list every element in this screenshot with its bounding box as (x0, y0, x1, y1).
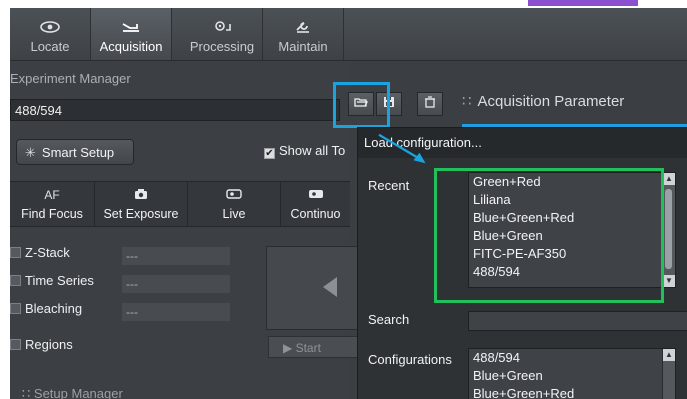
live-button[interactable]: Live (188, 182, 281, 226)
drag-handle-icon: ∷ (462, 93, 472, 110)
gears-icon (208, 18, 236, 36)
scrollbar-thumb[interactable] (665, 189, 672, 269)
scroll-up-icon[interactable]: ▲ (663, 349, 675, 361)
recent-label: Recent (368, 178, 410, 193)
drag-handle-icon: ∷ (22, 386, 31, 399)
preview-pane (266, 246, 358, 330)
checkbox-icon[interactable] (10, 303, 21, 314)
camera-icon (95, 188, 187, 204)
checkbox-icon[interactable] (10, 247, 21, 258)
list-item[interactable]: 488/594 (469, 349, 675, 367)
smart-setup-label: Smart Setup (41, 145, 115, 160)
acquisition-parameter-header[interactable]: ∷ Acquisition Parameter (462, 90, 687, 120)
collapse-arrow-icon[interactable] (323, 277, 337, 297)
wrench-icon (289, 18, 317, 36)
tab-processing[interactable]: Processing (182, 8, 263, 60)
wand-icon: ✳ (25, 145, 36, 160)
z-stack-label: Z-Stack (25, 245, 70, 260)
zen-application-window: Locate Acquisition Processing Maintain E… (10, 8, 687, 399)
tab-processing-label: Processing (189, 39, 255, 54)
smart-setup-button[interactable]: ✳ Smart Setup (16, 139, 134, 165)
highlight-box-green (434, 168, 664, 303)
configurations-scrollbar[interactable]: ▲ (662, 349, 675, 399)
checkbox-icon[interactable] (10, 339, 21, 350)
scroll-down-icon[interactable]: ▼ (663, 275, 675, 287)
highlight-box-blue (333, 82, 390, 128)
eye-icon (36, 18, 64, 36)
checkbox-checked-icon: ✔ (264, 148, 275, 159)
setup-manager-header[interactable]: ∷ Setup Manager (22, 386, 123, 399)
regions-option[interactable]: Regions (10, 337, 240, 365)
continuous-label: Continuo (290, 207, 341, 221)
find-focus-label: Find Focus (21, 207, 83, 221)
tab-acquisition[interactable]: Acquisition (91, 8, 172, 60)
tab-maintain[interactable]: Maintain (263, 8, 344, 60)
play-icon: ▶ (283, 341, 293, 355)
delete-button[interactable] (417, 92, 443, 116)
tab-locate[interactable]: Locate (10, 8, 91, 60)
time-series-option[interactable]: Time Series --- (10, 273, 240, 301)
start-label: Start (295, 341, 321, 355)
checkbox-icon[interactable] (10, 275, 21, 286)
continuous-camera-icon (281, 188, 350, 204)
z-stack-option[interactable]: Z-Stack --- (10, 245, 240, 273)
purple-label-swatch (528, 0, 638, 6)
main-tab-bar: Locate Acquisition Processing Maintain (10, 8, 687, 61)
configurations-label: Configurations (368, 352, 452, 367)
list-item[interactable]: Blue+Green+Red (469, 385, 675, 399)
af-label: AF (44, 188, 60, 202)
tab-maintain-label: Maintain (278, 39, 328, 54)
time-series-value: --- (122, 275, 230, 293)
callout-arrow-icon (378, 133, 426, 164)
experiment-manager-title: Experiment Manager (10, 71, 131, 86)
bleaching-option[interactable]: Bleaching --- (10, 301, 240, 329)
search-input[interactable] (468, 311, 687, 331)
tab-acquisition-label: Acquisition (99, 39, 163, 54)
show-all-tools-checkbox[interactable]: ✔ Show all To (264, 143, 345, 159)
start-experiment-button[interactable]: ▶ Start (268, 336, 358, 358)
camera-arrow-icon (117, 18, 145, 36)
list-item[interactable]: Blue+Green (469, 367, 675, 385)
experiment-name-field[interactable]: 488/594 (10, 99, 340, 121)
live-label: Live (222, 207, 246, 221)
setup-manager-label: Setup Manager (33, 386, 123, 399)
z-stack-value: --- (122, 247, 230, 265)
set-exposure-label: Set Exposure (103, 207, 179, 221)
experiment-options: Z-Stack --- Time Series --- Bleaching --… (10, 245, 240, 365)
show-all-label: Show all To (279, 143, 346, 158)
configurations-list[interactable]: 488/594 Blue+Green Blue+Green+Red ▲ (468, 348, 676, 399)
scroll-up-icon[interactable]: ▲ (663, 173, 675, 185)
search-label: Search (368, 312, 410, 327)
find-focus-button[interactable]: AF Find Focus (10, 182, 95, 226)
bleaching-value: --- (122, 303, 230, 321)
time-series-label: Time Series (25, 273, 94, 288)
acquisition-action-row: AF Find Focus Set Exposure Live Continuo (10, 181, 350, 227)
live-camera-icon (188, 188, 280, 204)
bleaching-label: Bleaching (25, 301, 83, 316)
regions-label: Regions (25, 337, 73, 352)
tab-locate-label: Locate (30, 39, 70, 54)
trash-icon (424, 96, 436, 111)
continuous-button[interactable]: Continuo (281, 182, 350, 226)
set-exposure-button[interactable]: Set Exposure (95, 182, 188, 226)
acquisition-parameter-label: Acquisition Parameter (477, 93, 625, 110)
